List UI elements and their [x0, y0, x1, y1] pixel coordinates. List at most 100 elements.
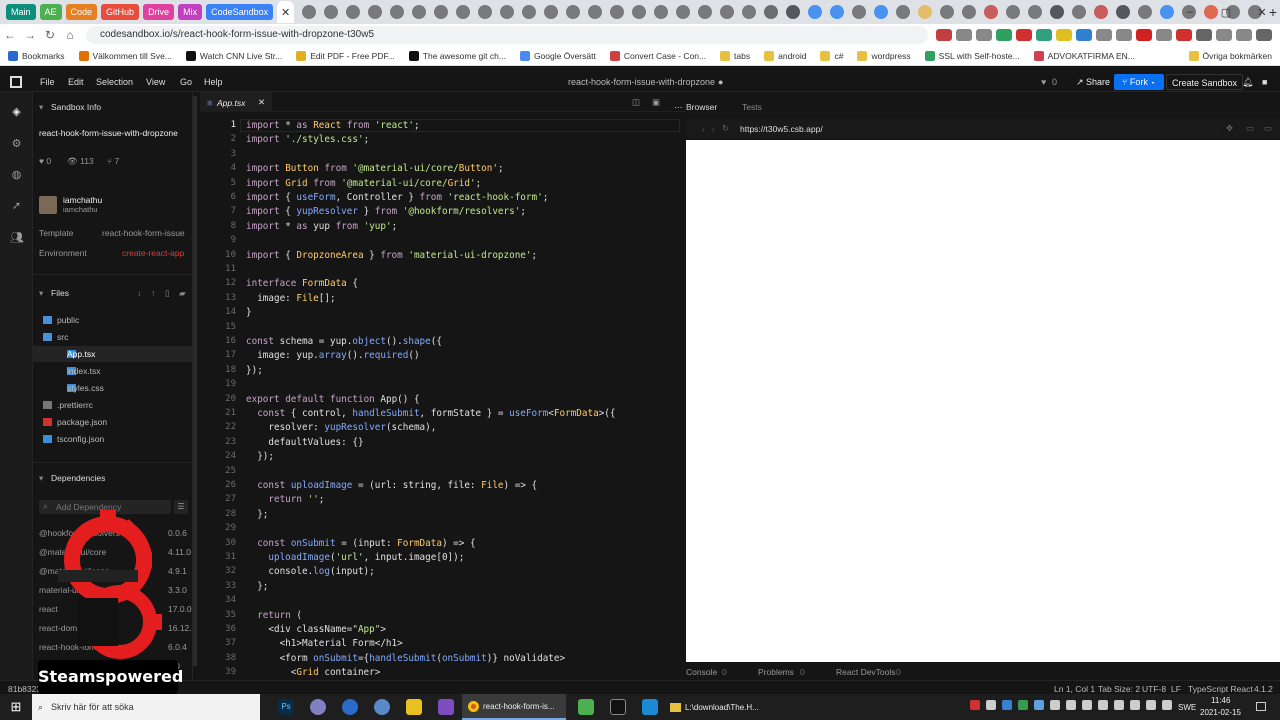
pinned-tab[interactable]: Main [6, 4, 36, 20]
tab-favicon-icon[interactable] [456, 5, 470, 19]
extension-icon[interactable] [1196, 29, 1212, 41]
eol[interactable]: LF [1171, 684, 1181, 694]
tab-favicon-icon[interactable] [764, 5, 778, 19]
bookmark-item[interactable]: Edit PDF - Free PDF... [296, 50, 395, 61]
csb-logo-icon[interactable] [10, 76, 22, 88]
tray-icon[interactable] [1162, 700, 1172, 710]
close-icon[interactable]: ✕ [1244, 6, 1280, 19]
extension-icon[interactable] [1076, 29, 1092, 41]
url-input[interactable]: codesandbox.io/s/react-hook-form-issue-w… [86, 26, 928, 44]
settings-icon[interactable]: ⚙ [10, 138, 23, 151]
tray-icon[interactable] [970, 700, 980, 710]
menu-item-edit[interactable]: Edit [68, 72, 84, 92]
tab-favicon-icon[interactable] [1116, 5, 1130, 19]
file-tree-item-stylescss[interactable]: styles.css [33, 380, 192, 396]
tab-favicon-icon[interactable] [654, 5, 668, 19]
pinned-tab[interactable]: GitHub [101, 4, 140, 20]
editor-tab[interactable]: ⚛ App.tsx ✕ [200, 92, 272, 112]
extension-icon[interactable] [1216, 29, 1232, 41]
app-icon[interactable] [406, 699, 422, 715]
extension-icon[interactable] [1096, 29, 1112, 41]
console-tab[interactable]: Console [686, 667, 717, 677]
tray-icon[interactable] [1050, 700, 1060, 710]
author-avatar[interactable] [39, 196, 57, 214]
github-icon[interactable]: ◍ [10, 169, 23, 182]
tab-favicon-icon[interactable] [434, 5, 448, 19]
extension-icon[interactable] [996, 29, 1012, 41]
tray-icon[interactable] [1002, 700, 1012, 710]
tab-favicon-icon[interactable] [896, 5, 910, 19]
tab-favicon-icon[interactable] [1028, 5, 1042, 19]
fullscreen-icon[interactable]: ▭ [1246, 123, 1254, 134]
back-icon[interactable]: ← [0, 28, 20, 42]
tray-icon[interactable] [1066, 700, 1076, 710]
ts-version[interactable]: 4.1.2 [1254, 684, 1273, 694]
language-mode[interactable]: TypeScript React [1188, 684, 1253, 694]
pinned-tab[interactable]: AE [39, 4, 62, 20]
tab-favicon-icon[interactable] [874, 5, 888, 19]
preview-browser-tab[interactable]: Browser [686, 102, 717, 112]
tray-icon[interactable] [1098, 700, 1108, 710]
tab-favicon-icon[interactable] [1006, 5, 1020, 19]
tab-favicon-icon[interactable] [544, 5, 558, 19]
files-chevron-icon[interactable]: ▾ [39, 288, 43, 299]
upload-file-icon[interactable]: ↑ [151, 288, 155, 298]
file-tree-item-public[interactable]: public [33, 312, 192, 328]
files-title[interactable]: Files [51, 288, 69, 298]
menu-item-file[interactable]: File [40, 72, 55, 92]
bookmark-item[interactable]: Watch CNN Live Str... [185, 50, 282, 61]
bookmark-item[interactable]: Välkommen till Sve... [78, 50, 172, 61]
tab-favicon-icon[interactable] [940, 5, 954, 19]
more-icon[interactable]: ▭ [1264, 123, 1272, 134]
tab-favicon-icon[interactable] [742, 5, 756, 19]
app-icon[interactable] [374, 699, 390, 715]
file-tree-item-packagejson[interactable]: package.json [33, 414, 192, 430]
file-tree-item-src[interactable]: src [33, 329, 192, 345]
tab-favicon-icon[interactable] [522, 5, 536, 19]
environment-value[interactable]: create-react-app [122, 248, 184, 258]
pinned-tab[interactable]: Drive [143, 4, 175, 20]
tray-icon[interactable] [1034, 700, 1044, 710]
create-sandbox-button[interactable]: Create Sandbox [1166, 74, 1244, 90]
extension-icon[interactable] [1056, 29, 1072, 41]
tab-favicon-icon[interactable] [302, 5, 316, 19]
extension-icon[interactable] [976, 29, 992, 41]
preview-frame[interactable] [686, 140, 1280, 662]
tab-favicon-icon[interactable] [962, 5, 976, 19]
deps-chevron-icon[interactable]: ▾ [39, 473, 43, 484]
preview-tests-tab[interactable]: Tests [742, 102, 762, 112]
new-file-plus-icon[interactable]: ▯ [165, 288, 170, 299]
tab-favicon-icon[interactable] [390, 5, 404, 19]
preview-url-input[interactable]: https://t30w5.csb.app/ [734, 122, 1218, 136]
tray-icon[interactable] [1130, 700, 1140, 710]
tab-favicon-icon[interactable] [368, 5, 382, 19]
tab-favicon-icon[interactable] [346, 5, 360, 19]
tab-favicon-icon[interactable] [566, 5, 580, 19]
tab-favicon-icon[interactable] [478, 5, 492, 19]
tab-favicon-icon[interactable] [808, 5, 822, 19]
tab-favicon-icon[interactable] [830, 5, 844, 19]
dependencies-title[interactable]: Dependencies [51, 473, 105, 483]
bookmark-item[interactable]: Bookmarks [8, 50, 65, 61]
collapse-chevron-icon[interactable]: ▾ [39, 102, 43, 113]
app-icon[interactable] [310, 699, 326, 715]
extension-icon[interactable] [1156, 29, 1172, 41]
encoding[interactable]: UTF-8 [1142, 684, 1166, 694]
deploy-icon[interactable]: ➚ [10, 200, 23, 213]
bookmark-item[interactable]: ADVOKATFIRMA EN... [1033, 50, 1135, 61]
account-icon[interactable]: ■ [1262, 72, 1267, 92]
tab-favicon-icon[interactable] [1094, 5, 1108, 19]
visual-studio-icon[interactable] [438, 699, 454, 715]
tray-icon[interactable] [1082, 700, 1092, 710]
sandbox-info-title[interactable]: Sandbox Info [51, 102, 101, 112]
bookmark-item[interactable]: The awesome git ch... [408, 50, 506, 61]
share-button[interactable]: ↗ Share [1070, 74, 1116, 90]
active-tab[interactable]: ✕ [277, 1, 294, 23]
extension-icon[interactable] [1036, 29, 1052, 41]
live-icon[interactable]: 👥︎ [10, 232, 24, 245]
tab-favicon-icon[interactable] [918, 5, 932, 19]
preview-back-icon[interactable]: ‹ [702, 124, 705, 134]
clock-time[interactable]: 11:46 [1211, 696, 1230, 705]
extension-icon[interactable] [1176, 29, 1192, 41]
file-tree-item-indextsx[interactable]: index.tsx [33, 363, 192, 379]
